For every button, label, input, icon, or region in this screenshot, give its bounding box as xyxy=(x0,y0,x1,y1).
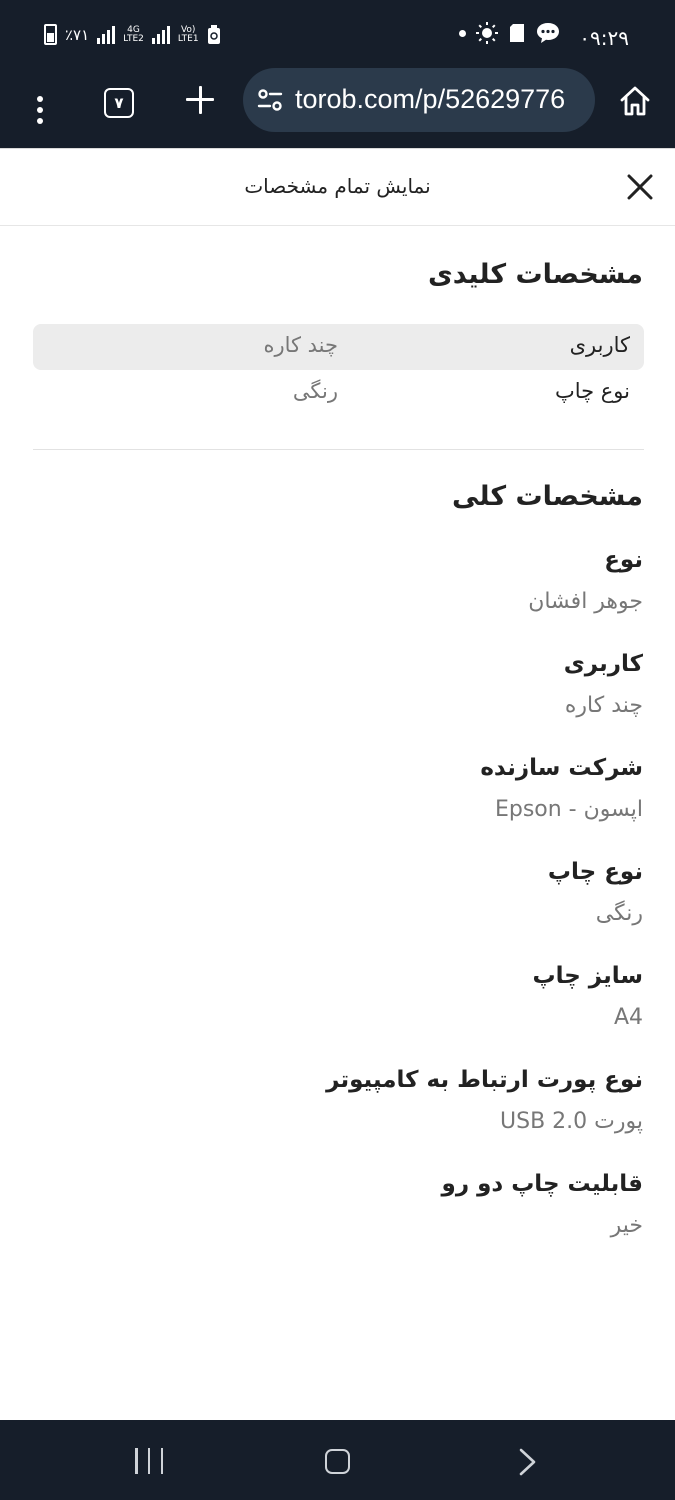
address-bar[interactable]: torob.com/p/52629776 xyxy=(243,68,595,132)
list-item: نوع جوهر افشان xyxy=(32,544,643,648)
list-item: نوع پورت ارتباط به کامپیوتر پورت USB 2.0 xyxy=(32,1064,643,1168)
url-text: torob.com/p/52629776 xyxy=(295,84,566,114)
back-icon[interactable] xyxy=(512,1447,542,1477)
home-icon[interactable] xyxy=(618,84,652,118)
spec-value: پورت USB 2.0 xyxy=(500,1109,643,1134)
key-spec-label: نوع چاپ xyxy=(554,379,630,403)
signal-icon xyxy=(97,25,116,44)
recent-apps-icon[interactable] xyxy=(135,1448,163,1474)
home-button-icon[interactable] xyxy=(325,1449,350,1474)
key-spec-value: رنگی xyxy=(292,379,338,403)
key-spec-value: چند کاره xyxy=(263,333,338,357)
table-row: کاربری چند کاره xyxy=(33,324,644,370)
tab-count: ۷ xyxy=(114,94,124,112)
sim-card-icon xyxy=(510,24,524,42)
status-right-icons xyxy=(459,22,560,44)
key-specs-title: مشخصات کلیدی xyxy=(427,259,643,290)
message-icon xyxy=(537,23,559,43)
tab-switcher-button[interactable]: ۷ xyxy=(104,88,134,118)
spec-value: چند کاره xyxy=(564,693,643,718)
sheet-title: نمایش تمام مشخصات xyxy=(244,174,431,198)
spec-label: نوع xyxy=(604,547,643,573)
system-nav-bar xyxy=(0,1420,675,1500)
key-spec-label: کاربری xyxy=(569,333,630,357)
list-item: کاربری چند کاره xyxy=(32,648,643,752)
close-icon[interactable] xyxy=(624,171,656,203)
list-item: شرکت سازنده اپسون - Epson xyxy=(32,752,643,856)
table-row: نوع چاپ رنگی xyxy=(33,370,644,416)
spec-value: جوهر افشان xyxy=(528,589,643,614)
new-tab-plus-icon[interactable] xyxy=(182,82,218,118)
list-item: قابلیت چاپ دو رو خیر xyxy=(32,1168,643,1272)
spec-label: شرکت سازنده xyxy=(480,755,643,781)
spec-label: سایز چاپ xyxy=(532,963,643,989)
spec-value: رنگی xyxy=(595,901,643,926)
sync-icon xyxy=(207,24,220,44)
more-menu-icon[interactable] xyxy=(22,86,58,134)
battery-percent: ٪۷۱ xyxy=(65,25,90,44)
status-left-icons: ٪۷۱ 4G LTE2 Vo) LTE1 xyxy=(44,24,221,45)
battery-icon xyxy=(44,24,57,45)
notification-dot-icon xyxy=(459,29,466,37)
general-specs-list: نوع جوهر افشان کاربری چند کاره شرکت سازن… xyxy=(32,544,643,1272)
specs-sheet: نمایش تمام مشخصات مشخصات کلیدی کاربری چن… xyxy=(0,148,675,1420)
network-type-1: 4G LTE2 xyxy=(123,24,144,44)
spec-label: کاربری xyxy=(563,651,643,677)
general-specs-title: مشخصات کلی xyxy=(452,481,643,512)
clock: ۰۹:۲۹ xyxy=(579,26,629,50)
list-item: نوع چاپ رنگی xyxy=(32,856,643,960)
status-bar: ٪۷۱ 4G LTE2 Vo) LTE1 ۰۹:۲۹ xyxy=(0,0,675,72)
network-type-2: Vo) LTE1 xyxy=(177,24,199,44)
site-settings-icon[interactable] xyxy=(257,88,283,112)
spec-label: نوع چاپ xyxy=(547,859,643,885)
list-item: سایز چاپ A4 xyxy=(32,960,643,1064)
spec-label: نوع پورت ارتباط به کامپیوتر xyxy=(326,1067,643,1093)
brightness-icon xyxy=(476,22,498,44)
section-divider xyxy=(33,449,644,450)
spec-value: خیر xyxy=(610,1213,643,1238)
spec-value: A4 xyxy=(613,1005,643,1030)
sheet-header: نمایش تمام مشخصات xyxy=(0,148,675,226)
key-specs-table: کاربری چند کاره نوع چاپ رنگی xyxy=(33,324,644,416)
spec-label: قابلیت چاپ دو رو xyxy=(441,1171,643,1197)
signal-icon xyxy=(151,25,170,44)
spec-value: اپسون - Epson xyxy=(494,797,643,822)
